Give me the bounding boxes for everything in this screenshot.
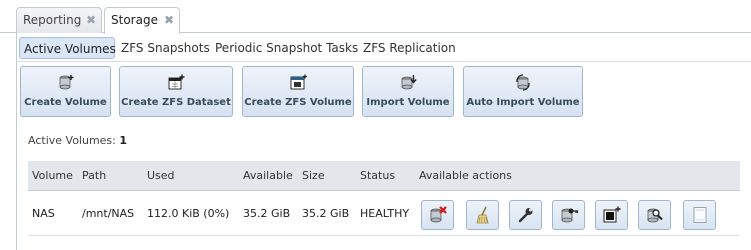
divider <box>17 61 751 62</box>
cell-path: /mnt/NAS <box>82 207 135 220</box>
auto-import-volume-button[interactable]: Auto Import Volume <box>463 66 583 117</box>
database-import-icon <box>401 75 417 90</box>
create-dataset-icon <box>603 206 621 223</box>
zvol-add-icon <box>290 74 307 90</box>
column-header-size[interactable]: Size <box>302 161 325 191</box>
key-icon <box>561 208 578 223</box>
column-header-volume[interactable]: Volume <box>32 161 73 191</box>
storage-panel: Active Volumes ZFS Snapshots Periodic Sn… <box>16 33 751 250</box>
cell-available: 35.2 GiB <box>243 207 291 220</box>
database-refresh-icon <box>516 74 530 91</box>
close-icon[interactable]: ✖ <box>164 8 174 32</box>
tab-periodic-snapshot-tasks[interactable]: Periodic Snapshot Tasks <box>215 37 358 59</box>
blank-action-button[interactable] <box>683 200 716 230</box>
active-volumes-label: Active Volumes: <box>28 134 116 147</box>
column-header-available[interactable]: Available <box>243 161 293 191</box>
create-dataset-button[interactable] <box>595 200 628 230</box>
create-zfs-dataset-button[interactable]: Create ZFS Dataset <box>119 66 233 117</box>
tab-reporting-label: Reporting <box>23 13 82 27</box>
database-add-icon <box>59 75 73 90</box>
table-row[interactable]: NAS /mnt/NAS 112.0 KiB (0%) 35.2 GiB 35.… <box>28 192 740 236</box>
volumes-table-header: Volume Path Used Available Size Status A… <box>28 161 740 191</box>
cell-volume: NAS <box>32 207 55 220</box>
sub-tab-bar: Active Volumes ZFS Snapshots Periodic Sn… <box>17 35 751 59</box>
column-header-status[interactable]: Status <box>360 161 395 191</box>
create-zfs-volume-button[interactable]: Create ZFS Volume <box>242 66 354 117</box>
close-icon[interactable]: ✖ <box>86 8 96 32</box>
scrub-broom-icon <box>476 206 489 224</box>
tab-active-volumes[interactable]: Active Volumes <box>19 37 116 59</box>
outer-tab-bar: Reporting ✖ Storage ✖ <box>0 0 751 34</box>
import-volume-label: Import Volume <box>366 97 450 108</box>
column-header-path[interactable]: Path <box>82 161 106 191</box>
cell-size: 35.2 GiB <box>302 207 350 220</box>
create-zfs-dataset-label: Create ZFS Dataset <box>121 97 231 108</box>
dataset-add-icon <box>168 74 185 90</box>
cell-status: HEALTHY <box>360 207 410 220</box>
active-volumes-count: Active Volumes: 1 <box>28 134 127 147</box>
tab-zfs-replication[interactable]: ZFS Replication <box>363 37 456 59</box>
cell-used: 112.0 KiB (0%) <box>147 207 230 220</box>
blank-icon <box>693 207 707 223</box>
tab-storage-label: Storage <box>111 13 158 27</box>
scrub-volume-button[interactable] <box>466 200 499 230</box>
column-header-available-actions: Available actions <box>419 169 512 182</box>
create-volume-label: Create Volume <box>24 97 107 108</box>
create-zfs-volume-label: Create ZFS Volume <box>244 97 352 108</box>
tab-zfs-snapshots[interactable]: ZFS Snapshots <box>121 37 210 59</box>
tab-reporting[interactable]: Reporting ✖ <box>16 7 102 33</box>
encryption-key-button[interactable] <box>552 200 585 230</box>
wrench-icon <box>518 208 533 223</box>
volume-status-button[interactable] <box>638 200 671 230</box>
import-volume-button[interactable]: Import Volume <box>362 66 454 117</box>
edit-options-button[interactable] <box>509 200 542 230</box>
detach-icon <box>430 206 447 223</box>
column-header-used[interactable]: Used <box>147 161 175 191</box>
auto-import-volume-label: Auto Import Volume <box>466 97 580 108</box>
active-volumes-value: 1 <box>119 134 128 147</box>
volume-status-icon <box>647 208 663 223</box>
tab-storage[interactable]: Storage ✖ <box>104 7 180 34</box>
detach-volume-button[interactable] <box>421 200 454 230</box>
create-volume-button[interactable]: Create Volume <box>20 66 111 117</box>
